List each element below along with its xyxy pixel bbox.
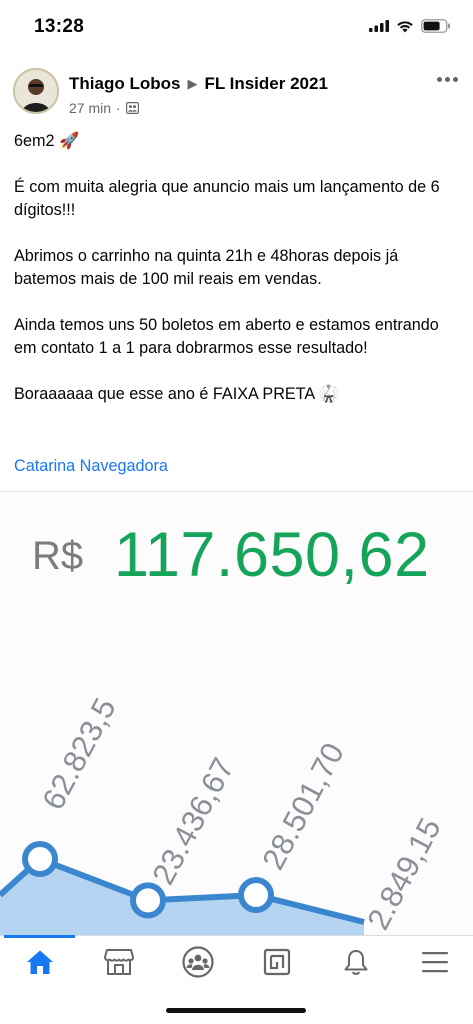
- post-time[interactable]: 27 min: [69, 100, 111, 116]
- post-paragraph: 6em2 🚀: [14, 132, 80, 150]
- home-icon: [26, 950, 53, 974]
- status-icons: [369, 19, 451, 33]
- battery-icon: [421, 19, 450, 33]
- tab-home[interactable]: [0, 936, 79, 988]
- post-body: 6em2 🚀 É com muita alegria que anuncio m…: [14, 130, 464, 406]
- tagged-person-link[interactable]: Catarina Navegadora: [14, 457, 168, 476]
- currency-label: R$: [32, 534, 84, 578]
- chart-point: [130, 882, 166, 919]
- chart-data-label: 62.823,5: [35, 692, 123, 815]
- tab-marketplace[interactable]: [79, 936, 158, 988]
- status-bar: 13:28: [0, 0, 473, 56]
- marketplace-icon: [103, 949, 134, 975]
- menu-icon: [421, 952, 448, 973]
- wifi-icon: [397, 20, 413, 32]
- groups-icon: [181, 946, 214, 978]
- post-paragraph: É com muita alegria que anuncio mais um …: [14, 178, 440, 219]
- tab-menu[interactable]: [395, 936, 473, 988]
- members-icon: [125, 102, 139, 114]
- chart-point: [22, 841, 58, 877]
- chart-data-label: 28.501,70: [255, 737, 351, 875]
- post-meta: 27 min ·: [69, 100, 139, 116]
- home-indicator: [166, 1008, 306, 1013]
- status-time: 13:28: [34, 16, 85, 37]
- author-line: Thiago Lobos ▶ FL Insider 2021: [69, 74, 328, 94]
- post-paragraph: Ainda temos uns 50 boletos em aberto e e…: [14, 316, 439, 357]
- post-header: Thiago Lobos ▶ FL Insider 2021 27 min ·: [0, 62, 473, 122]
- tab-groups[interactable]: [158, 936, 237, 988]
- post-paragraph: Boraaaaaa que esse ano é FAIXA PRETA 🥋: [14, 385, 339, 403]
- sales-amount: 117.650,62: [114, 520, 430, 590]
- avatar-image: [15, 70, 57, 112]
- tab-notifications[interactable]: [316, 936, 395, 988]
- chart-data-label: 2.849,15: [360, 812, 448, 935]
- chart-point: [238, 877, 274, 914]
- post-image[interactable]: R$ 117.650,62 62.823,5 23.436,67 28.501,70…: [0, 491, 473, 936]
- post-paragraph: Abrimos o carrinho na quinta 21h e 48hor…: [14, 247, 399, 288]
- arrow-right-icon: ▶: [187, 76, 198, 91]
- author-name[interactable]: Thiago Lobos: [69, 74, 180, 94]
- chart-data-label: 23.436,67: [145, 752, 241, 890]
- signal-icon: [369, 20, 389, 32]
- pages-icon: [263, 948, 290, 976]
- tab-pages[interactable]: [237, 936, 316, 988]
- more-options-icon[interactable]: [435, 72, 459, 86]
- bell-icon: [344, 950, 367, 975]
- meta-separator: ·: [116, 100, 121, 116]
- author-avatar[interactable]: [13, 68, 59, 114]
- group-name[interactable]: FL Insider 2021: [204, 74, 327, 94]
